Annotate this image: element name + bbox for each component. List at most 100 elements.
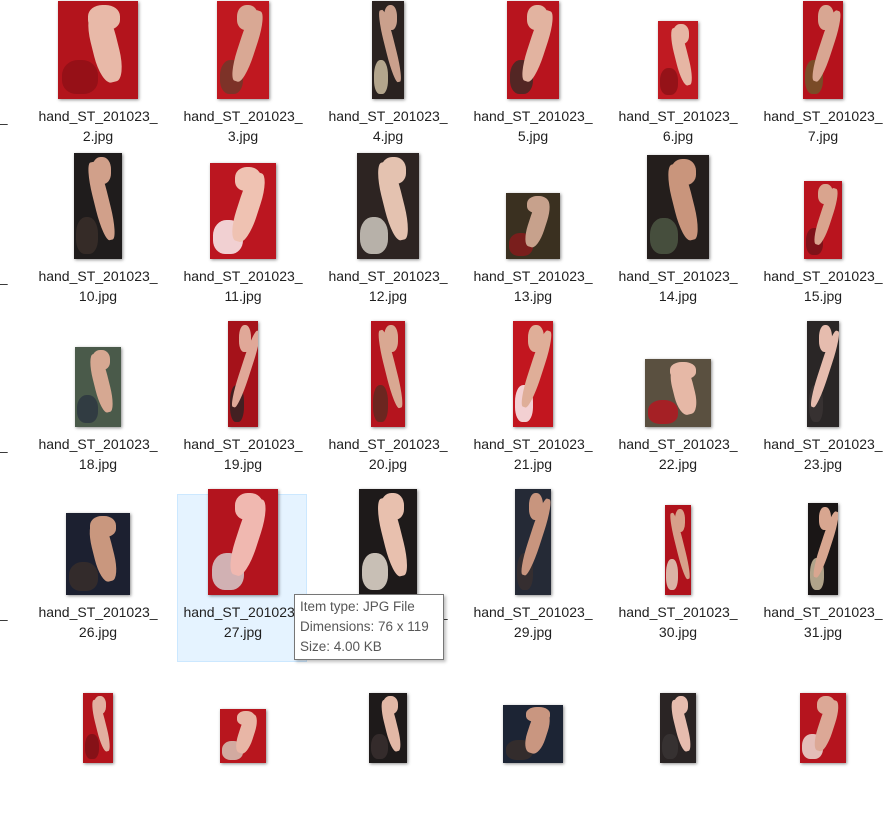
file-name-line1: hand_ST_201023_ xyxy=(328,436,448,452)
file-name: hand_ST_201023_ 4.jpg xyxy=(323,106,453,146)
file-item[interactable]: hand_ST_201023_ 7.jpg xyxy=(757,0,885,166)
file-name-line2: 23.jpg xyxy=(803,456,843,472)
file-thumbnail[interactable] xyxy=(807,321,839,427)
file-item[interactable]: hand_ST_201023_ 31.jpg xyxy=(757,494,885,662)
file-thumbnail[interactable] xyxy=(503,705,563,763)
file-name-line2: 29.jpg xyxy=(513,624,553,640)
file-item[interactable]: hand_ST_201023_ 2.jpg xyxy=(32,0,162,166)
file-item[interactable]: hand_ST_201023_ 23.jpg xyxy=(757,321,885,494)
file-name-line1: hand_ST_201023_ xyxy=(473,268,593,284)
file-item[interactable] xyxy=(757,662,885,830)
file-name: hand_ST_201023_ 15.jpg xyxy=(758,266,885,306)
file-thumbnail[interactable] xyxy=(208,489,278,595)
file-name-line1: hand_ST_201023_ xyxy=(618,604,738,620)
file-thumbnail[interactable] xyxy=(228,321,258,427)
file-thumbnail[interactable] xyxy=(515,489,551,595)
file-item[interactable]: hand_ST_201023_ 13.jpg xyxy=(467,158,597,326)
file-thumbnail[interactable] xyxy=(645,359,711,427)
file-thumbnail[interactable] xyxy=(803,1,843,99)
file-item[interactable]: hand_ST_201023_ 22.jpg xyxy=(612,326,742,494)
file-name-line2: 4.jpg xyxy=(372,128,404,144)
file-thumbnail[interactable] xyxy=(658,21,698,99)
file-name-line2: 21.jpg xyxy=(513,456,553,472)
file-name-line2: 31.jpg xyxy=(803,624,843,640)
file-item[interactable]: hand_ST_201023_ 4.jpg xyxy=(322,0,452,166)
file-item[interactable]: hand_ST_201023_ 14.jpg xyxy=(612,155,743,326)
file-name-line2: 6.jpg xyxy=(662,128,694,144)
file-name-line2: 20.jpg xyxy=(368,456,408,472)
file-item[interactable] xyxy=(612,662,742,830)
tooltip-size: Size: 4.00 KB xyxy=(300,639,382,654)
file-thumbnail[interactable] xyxy=(83,693,113,763)
file-name-line1: hand_ST_201023_ xyxy=(183,108,303,124)
file-item[interactable] xyxy=(467,662,597,830)
file-thumbnail[interactable] xyxy=(359,489,417,595)
file-item[interactable]: hand_ST_201023_ 5.jpg xyxy=(467,0,597,166)
file-name-line2: 2.jpg xyxy=(82,128,114,144)
file-thumbnail[interactable] xyxy=(66,513,130,595)
file-item[interactable]: hand_ST_201023_ 30.jpg xyxy=(612,494,742,662)
file-item[interactable]: hand_ST_201023_ 18.jpg xyxy=(32,326,162,494)
file-name-line2: 18.jpg xyxy=(78,456,118,472)
file-thumbnail[interactable] xyxy=(507,1,559,99)
file-name: hand_ST_201023_ 14.jpg xyxy=(613,266,743,306)
file-thumbnail[interactable] xyxy=(804,181,842,259)
file-thumbnail[interactable] xyxy=(371,321,405,427)
file-item[interactable]: hand_ST_201023_ 27.jpg xyxy=(177,489,308,662)
file-name-line1: hand_ST_201023_ xyxy=(473,604,593,620)
file-name-line1: hand_ST_201023_ xyxy=(618,436,738,452)
file-item[interactable]: hand_ST_201023_ 11.jpg xyxy=(177,158,307,326)
file-item[interactable]: hand_ST_201023_ 21.jpg xyxy=(467,321,598,494)
file-thumbnail[interactable] xyxy=(513,321,553,427)
file-item[interactable] xyxy=(32,662,162,830)
file-thumbnail[interactable] xyxy=(800,693,846,763)
file-name: hand_ST_201023_ 27.jpg xyxy=(178,602,308,642)
file-thumbnail[interactable] xyxy=(58,1,138,99)
file-name-line2: 5.jpg xyxy=(517,128,549,144)
file-name-line2: 10.jpg xyxy=(78,288,118,304)
file-thumbnail[interactable] xyxy=(369,693,407,763)
file-item[interactable]: hand_ST_201023_ 15.jpg xyxy=(757,158,885,326)
file-item[interactable]: hand_ST_201023_ 3.jpg xyxy=(177,0,307,166)
file-item[interactable]: hand_ST_201023_ 10.jpg xyxy=(32,153,163,326)
tooltip-dimensions: Dimensions: 76 x 119 xyxy=(300,619,429,634)
file-tooltip: Item type: JPG File Dimensions: 76 x 119… xyxy=(294,594,444,660)
file-name-line1: hand_ST_201023_ xyxy=(763,604,883,620)
file-thumbnail[interactable] xyxy=(75,347,121,427)
file-name: hand_ST_201023_ 22.jpg xyxy=(613,434,743,474)
file-thumbnail[interactable] xyxy=(357,153,419,259)
file-name: hand_ST_201023_ 21.jpg xyxy=(468,434,598,474)
file-name-line1: hand_ST_201023_ xyxy=(473,108,593,124)
file-item[interactable]: hand_ST_201023_ 19.jpg xyxy=(177,321,307,494)
file-item[interactable] xyxy=(177,662,307,830)
file-name: hand_ST_201023_ 10.jpg xyxy=(33,266,163,306)
file-name: hand_ST_201023_ 3.jpg xyxy=(178,106,308,146)
file-item[interactable]: hand_ST_201023_ 12.jpg xyxy=(322,153,452,326)
file-name-line1: hand_ST_201023_ xyxy=(328,108,448,124)
file-thumbnail[interactable] xyxy=(660,693,696,763)
file-name-line1: hand_ST_201023_ xyxy=(763,268,883,284)
file-name-line2: 3.jpg xyxy=(227,128,259,144)
file-name: hand_ST_201023_ 23.jpg xyxy=(758,434,885,474)
file-thumbnail[interactable] xyxy=(217,1,269,99)
file-thumbnail[interactable] xyxy=(210,163,276,259)
file-thumbnail[interactable] xyxy=(74,153,122,259)
file-thumbnail[interactable] xyxy=(665,505,691,595)
file-thumbnail[interactable] xyxy=(220,709,266,763)
file-thumbnail[interactable] xyxy=(506,193,560,259)
file-thumbnail[interactable] xyxy=(808,503,838,595)
file-item[interactable] xyxy=(322,662,452,830)
file-name-line2: 7.jpg xyxy=(807,128,839,144)
file-item[interactable]: hand_ST_201023_ 6.jpg xyxy=(612,0,742,166)
file-name-line1: hand_ST_201023_ xyxy=(618,108,738,124)
file-item[interactable]: hand_ST_201023_ 29.jpg xyxy=(467,489,598,662)
file-item[interactable]: hand_ST_201023_ 26.jpg xyxy=(32,494,162,662)
file-thumbnail[interactable] xyxy=(372,1,404,99)
file-name: hand_ST_201023_ 29.jpg xyxy=(468,602,598,642)
file-name: hand_ST_201023_ 31.jpg xyxy=(758,602,885,642)
file-name-line2: 13.jpg xyxy=(513,288,553,304)
file-item[interactable]: hand_ST_201023_ 20.jpg xyxy=(322,321,452,494)
file-thumbnail[interactable] xyxy=(647,155,709,259)
file-name-line1: hand_ST_201023_ xyxy=(38,604,158,620)
file-name-line2: 26.jpg xyxy=(78,624,118,640)
